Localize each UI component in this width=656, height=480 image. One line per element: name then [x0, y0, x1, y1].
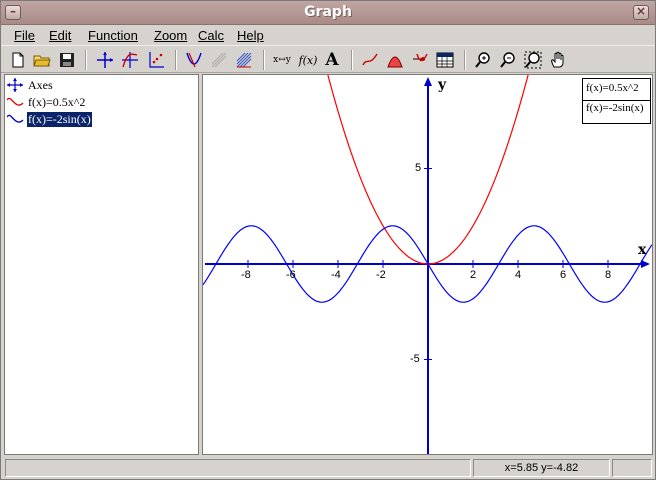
close-window-button[interactable]: × — [633, 4, 649, 20]
pan-button[interactable] — [547, 49, 569, 71]
y-tick-label: 5 — [415, 161, 422, 174]
insert-function-button[interactable] — [119, 49, 141, 71]
toolbar-separator — [175, 50, 177, 70]
trendline-button[interactable] — [359, 49, 381, 71]
swap-xy-button[interactable]: x↔y — [271, 49, 293, 71]
trendline-icon — [362, 53, 378, 66]
menu-help-label: Help — [237, 28, 264, 43]
axes-icon — [97, 52, 113, 68]
status-bar: x=5.85 y=-4.82 — [1, 457, 655, 479]
evaluate-function-icon: f(x) — [298, 53, 318, 67]
shade-button[interactable] — [208, 49, 230, 71]
insert-function-icon — [122, 52, 138, 68]
zoom-fit-icon — [524, 51, 542, 69]
save-button[interactable] — [56, 49, 78, 71]
zoom-fit-button[interactable] — [522, 49, 544, 71]
hatch-button[interactable] — [233, 49, 255, 71]
menu-bar: File Edit Function Zoom Calc Help — [1, 25, 655, 45]
save-disk-icon — [60, 53, 74, 67]
menu-file-label: File — [14, 28, 35, 43]
legend-entry-1: f(x)=0.5x^2 — [586, 82, 639, 94]
tree-item-function-2[interactable]: f(x)=-2sin(x) — [7, 110, 93, 128]
x-axis-label: x — [638, 242, 647, 258]
x-tick-label: 6 — [560, 269, 567, 281]
graph-area[interactable]: ‑8 ‑6 ‑4 ‑2 2 4 6 8 5 -5 x y f(x)=0.5x^2 f(x)=-2s… — [202, 74, 653, 455]
y-axis-arrowhead — [424, 77, 432, 86]
status-extra — [612, 459, 652, 477]
status-coordinates: x=5.85 y=-4.82 — [473, 459, 610, 477]
tree-item-label: f(x)=0.5x^2 — [28, 94, 86, 109]
insert-point-series-icon — [149, 52, 164, 68]
open-file-button[interactable] — [31, 49, 53, 71]
tree-item-axes[interactable]: Axes — [7, 77, 54, 93]
x-tick-label: ‑4 — [331, 269, 341, 281]
menu-edit[interactable]: Edit — [48, 27, 72, 44]
insert-label-icon: A — [325, 50, 339, 70]
toolbar-separator — [351, 50, 353, 70]
zoom-out-icon — [500, 52, 515, 68]
table-button[interactable] — [434, 49, 456, 71]
legend-entry-2: f(x)=-2sin(x) — [586, 102, 644, 114]
close-icon: × — [635, 4, 647, 18]
y-axis-label: y — [438, 77, 447, 93]
axes-icon — [7, 78, 23, 92]
function-tree-panel[interactable]: Axes f(x)=0.5x^2 f(x)=-2sin(x) — [4, 74, 199, 455]
plot-svg — [203, 75, 652, 454]
tangent-button[interactable] — [183, 49, 205, 71]
legend-divider — [583, 100, 650, 101]
menu-help[interactable]: Help — [236, 27, 265, 44]
menu-edit-label: Edit — [49, 28, 72, 43]
zoom-in-button[interactable] — [472, 49, 494, 71]
menu-calc[interactable]: Calc — [197, 27, 225, 44]
zoom-in-icon — [475, 52, 490, 68]
tree-item-function-1[interactable]: f(x)=0.5x^2 — [7, 94, 86, 110]
status-message — [5, 459, 471, 477]
window-title: Graph — [304, 4, 352, 20]
table-icon — [436, 52, 454, 68]
graph-window: – Graph × File Edit Function Zoom Calc H… — [0, 0, 656, 480]
x-tick-label: 8 — [605, 269, 612, 281]
swap-xy-icon: x↔y — [273, 55, 291, 65]
x-tick-label: ‑6 — [286, 269, 296, 281]
pan-hand-icon — [551, 51, 564, 68]
open-folder-icon — [33, 55, 51, 67]
x-tick-label: ‑8 — [241, 269, 251, 281]
toolbar-separator — [263, 50, 265, 70]
red-curve-icon — [7, 97, 24, 106]
shade-icon — [211, 52, 227, 68]
menu-zoom-label: Zoom — [154, 28, 188, 43]
toolbar: x↔y f(x) A — [1, 45, 655, 73]
insert-label-button[interactable]: A — [321, 49, 343, 71]
menu-function[interactable]: Function — [87, 27, 139, 44]
evaluate-function-button[interactable]: f(x) — [297, 49, 319, 71]
menu-function-label: Function — [88, 28, 138, 43]
axes-button[interactable] — [94, 49, 116, 71]
x-tick-label: 4 — [515, 269, 522, 281]
animate-button[interactable] — [409, 49, 431, 71]
area-icon — [387, 56, 403, 68]
new-file-button[interactable] — [7, 49, 29, 71]
x-tick-label: ‑2 — [376, 269, 386, 281]
x-tick-label: 2 — [470, 269, 477, 281]
toolbar-separator — [464, 50, 466, 70]
hatch-icon — [236, 52, 252, 68]
title-bar: – Graph × — [1, 1, 655, 25]
y-tick-label: -5 — [410, 352, 420, 365]
axes-layer — [205, 77, 650, 454]
tangent-icon — [186, 52, 202, 68]
tree-item-label: Axes — [28, 77, 53, 92]
tree-item-label: f(x)=-2sin(x) — [26, 110, 93, 128]
zoom-out-button[interactable] — [497, 49, 519, 71]
toolbar-separator — [85, 50, 87, 70]
new-file-icon — [12, 52, 24, 68]
menu-calc-label: Calc — [198, 28, 225, 43]
blue-wave-icon — [7, 114, 24, 123]
menu-file[interactable]: File — [13, 27, 36, 44]
menu-zoom[interactable]: Zoom — [153, 27, 188, 44]
animate-icon — [413, 53, 428, 62]
insert-point-series-button[interactable] — [145, 49, 167, 71]
legend[interactable]: f(x)=0.5x^2 f(x)=-2sin(x) — [582, 78, 651, 124]
area-button[interactable] — [384, 49, 406, 71]
